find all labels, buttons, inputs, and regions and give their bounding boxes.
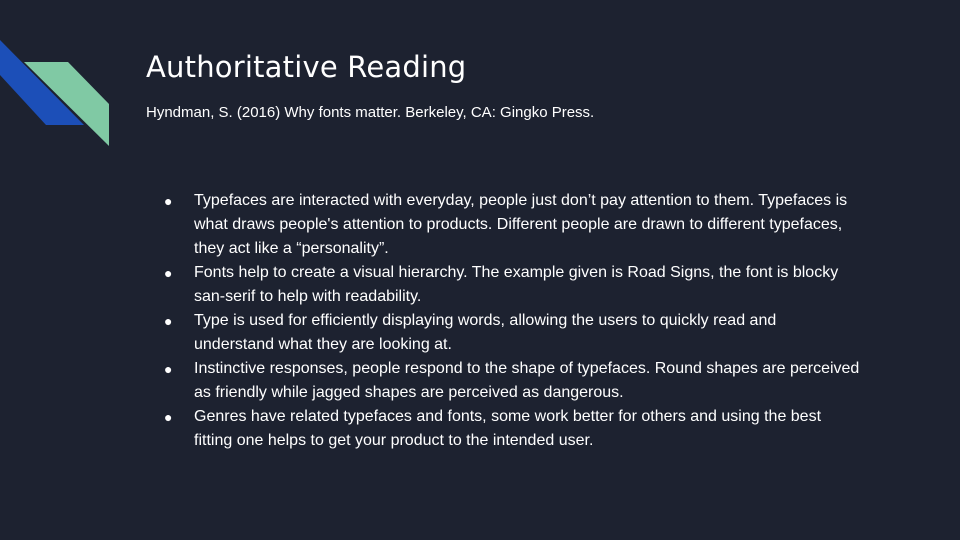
corner-accent-graphic: [0, 40, 109, 146]
slide-title: Authoritative Reading: [146, 50, 467, 84]
bullet-item: ● Fonts help to create a visual hierarch…: [160, 261, 860, 309]
bullet-icon: ●: [164, 193, 173, 209]
bullet-text: Instinctive responses, people respond to…: [194, 360, 860, 401]
bullet-icon: ●: [164, 409, 173, 425]
bullet-text: Type is used for efficiently displaying …: [194, 312, 777, 353]
bullet-list: ● Typefaces are interacted with everyday…: [160, 189, 860, 453]
bullet-item: ● Instinctive responses, people respond …: [160, 357, 860, 405]
bullet-text: Genres have related typefaces and fonts,…: [194, 408, 822, 449]
bullet-item: ● Genres have related typefaces and font…: [160, 405, 860, 453]
slide: Authoritative Reading Hyndman, S. (2016)…: [0, 0, 960, 540]
bullet-icon: ●: [164, 361, 173, 377]
bullet-item: ● Typefaces are interacted with everyday…: [160, 189, 860, 261]
bullet-icon: ●: [164, 313, 173, 329]
bullet-item: ● Type is used for efficiently displayin…: [160, 309, 860, 357]
bullet-text: Fonts help to create a visual hierarchy.…: [194, 264, 839, 305]
bullet-icon: ●: [164, 265, 173, 281]
citation: Hyndman, S. (2016) Why fonts matter. Ber…: [146, 104, 595, 121]
bullet-text: Typefaces are interacted with everyday, …: [194, 192, 848, 257]
